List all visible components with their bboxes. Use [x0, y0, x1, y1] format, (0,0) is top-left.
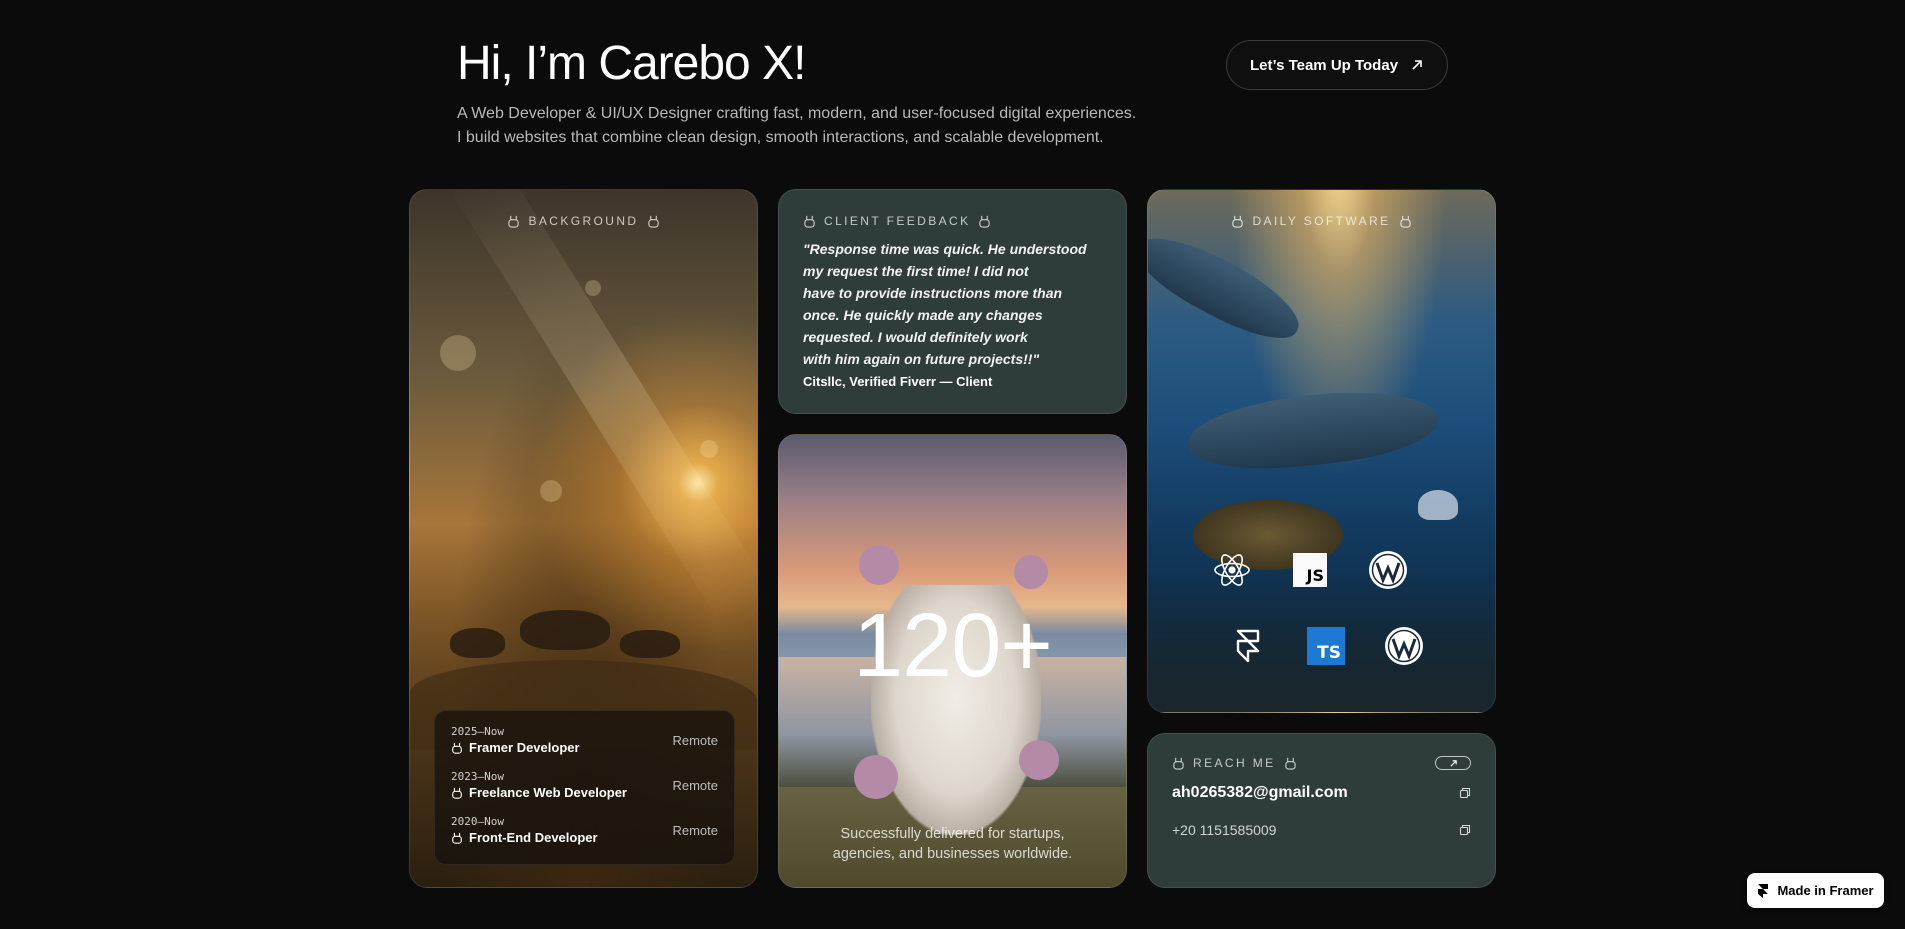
experience-date: 2025–Now — [451, 725, 504, 738]
hero-subtitle: A Web Developer & UI/UX Designer craftin… — [457, 102, 1177, 150]
projects-description: Successfully delivered for startups, age… — [809, 824, 1096, 864]
hero-subtitle-line-1: A Web Developer & UI/UX Designer craftin… — [457, 105, 1137, 122]
team-up-button-label: Let’s Team Up Today — [1249, 56, 1399, 74]
wordpress-icon — [1362, 544, 1414, 596]
testimonial-quote: "Response time was quick. He understood … — [803, 238, 1102, 370]
cow — [520, 610, 610, 650]
flower — [1014, 555, 1048, 589]
javascript-icon-label: JS — [1293, 553, 1327, 587]
software-icons: JS TS — [1148, 190, 1495, 712]
flower — [854, 755, 898, 799]
made-in-framer-label: Made in Framer — [1777, 883, 1874, 898]
quote-line: once. He quickly made any changes — [803, 307, 1043, 323]
experience-date: 2020–Now — [451, 815, 504, 828]
experience-list: 2025–Now Framer Developer Remote 2023–No… — [434, 710, 735, 865]
page-title: Hi, I’m Carebo X! — [457, 37, 806, 90]
react-icon — [1206, 544, 1258, 596]
experience-role-label: Front-End Developer — [469, 830, 598, 845]
copy-icon[interactable] — [1459, 824, 1471, 836]
experience-date: 2023–Now — [451, 770, 504, 783]
background-tag: BACKGROUND — [410, 214, 757, 228]
experience-item: 2020–Now Front-End Developer Remote — [451, 815, 718, 860]
quote-line: "Response time was quick. He understood — [803, 241, 1087, 257]
light-ray — [446, 190, 757, 627]
flower — [1019, 740, 1059, 780]
typescript-icon-label: TS — [1307, 627, 1345, 665]
client-feedback-tag-label: CLIENT FEEDBACK — [824, 214, 971, 228]
arrow-up-right-icon — [1412, 60, 1422, 70]
projects-stat-card: 120+ Successfully delivered for startups… — [778, 434, 1127, 888]
email-address[interactable]: ah0265382@gmail.com — [1172, 784, 1348, 802]
bokeh — [540, 480, 562, 502]
quote-line: with him again on future projects!!" — [803, 351, 1040, 367]
quote-line: my request the first time! I did not — [803, 263, 1029, 279]
phone-row: +20 1151585009 — [1172, 802, 1471, 838]
background-card: BACKGROUND 2025–Now Framer Developer Rem… — [409, 189, 758, 888]
experience-role: Framer Developer — [451, 740, 580, 755]
hero-subtitle-line-2: I build websites that combine clean desi… — [457, 129, 1104, 146]
client-feedback-card: CLIENT FEEDBACK "Response time was quick… — [778, 189, 1127, 414]
made-in-framer-badge[interactable]: Made in Framer — [1747, 873, 1884, 908]
projects-description-line-1: Successfully delivered for startups, — [840, 826, 1065, 842]
flower — [859, 545, 899, 585]
arrow-up-right-icon — [1449, 759, 1457, 767]
experience-role: Freelance Web Developer — [451, 785, 627, 800]
experience-role: Front-End Developer — [451, 830, 598, 845]
typescript-icon: TS — [1300, 620, 1352, 672]
contact-link-button[interactable] — [1435, 756, 1471, 770]
experience-location: Remote — [672, 778, 718, 793]
reach-me-card: REACH ME ah0265382@gmail.com +20 1151585… — [1147, 733, 1496, 888]
quote-line: have to provide instructions more than — [803, 285, 1063, 301]
testimonial-author: Citsllc, Verified Fiverr — Client — [803, 374, 993, 389]
team-up-button[interactable]: Let’s Team Up Today — [1226, 40, 1448, 90]
reach-me-tag: REACH ME — [1172, 756, 1297, 770]
javascript-icon: JS — [1284, 544, 1336, 596]
experience-location: Remote — [672, 733, 718, 748]
bunny-icon — [647, 215, 659, 228]
experience-location: Remote — [672, 823, 718, 838]
wordpress-icon — [1378, 620, 1430, 672]
framer-icon — [1222, 620, 1274, 672]
daily-software-card: DAILY SOFTWARE JS TS — [1147, 189, 1496, 713]
experience-item: 2023–Now Freelance Web Developer Remote — [451, 770, 718, 815]
bokeh — [700, 440, 718, 458]
bunny-icon — [1284, 757, 1296, 770]
framer-logo-icon — [1758, 883, 1769, 898]
background-tag-label: BACKGROUND — [528, 214, 639, 228]
client-feedback-tag: CLIENT FEEDBACK — [803, 214, 1102, 228]
bokeh — [440, 335, 476, 371]
bunny-icon — [452, 832, 462, 844]
cow — [620, 630, 680, 658]
experience-role-label: Freelance Web Developer — [469, 785, 627, 800]
phone-number[interactable]: +20 1151585009 — [1172, 822, 1276, 838]
projects-count: 120+ — [853, 596, 1053, 696]
reach-me-header: REACH ME — [1172, 756, 1471, 770]
bunny-icon — [1173, 757, 1184, 770]
cow — [450, 628, 505, 658]
experience-item: 2025–Now Framer Developer Remote — [451, 725, 718, 770]
experience-role-label: Framer Developer — [469, 740, 580, 755]
projects-description-line-2: agencies, and businesses worldwide. — [832, 846, 1073, 862]
bunny-icon — [804, 215, 815, 228]
copy-icon[interactable] — [1459, 787, 1471, 799]
email-row: ah0265382@gmail.com — [1172, 770, 1471, 802]
reach-me-tag-label: REACH ME — [1193, 756, 1276, 770]
bokeh — [585, 280, 601, 296]
bunny-icon — [979, 215, 991, 228]
quote-line: requested. I would definitely work — [803, 329, 1028, 345]
bunny-icon — [452, 787, 462, 799]
bunny-icon — [508, 215, 520, 228]
bunny-icon — [452, 742, 462, 754]
